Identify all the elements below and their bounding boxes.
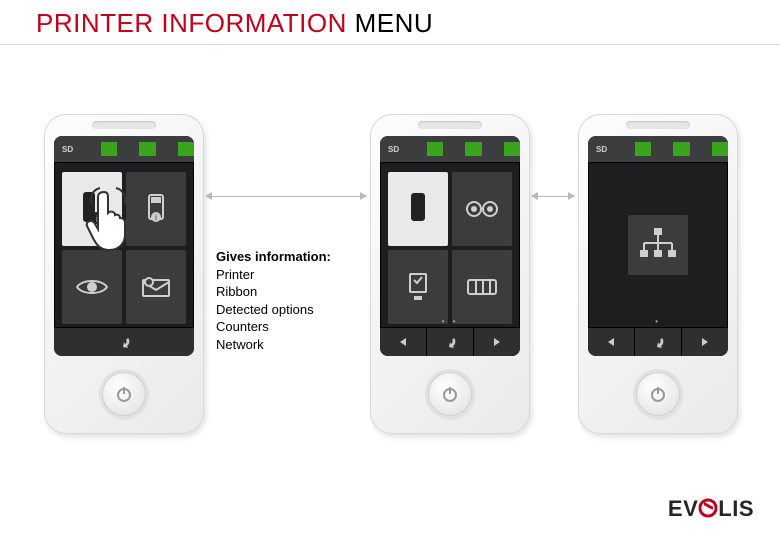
tile-printer[interactable] [388,172,448,246]
tile-printer-info[interactable]: i [62,172,122,246]
next-icon [492,337,502,347]
tile-view[interactable] [62,250,122,324]
tile-counters[interactable] [452,250,512,324]
device-slot [626,121,690,129]
statusbar: SD [588,136,728,163]
status-icon-3 [712,142,729,156]
nav-next[interactable] [474,328,520,356]
navbar [588,327,728,356]
status-icon-2 [139,142,156,156]
page-dots: • [588,317,728,326]
status-icon-1 [101,142,118,156]
device-2: SD • • [370,114,530,434]
sd-label: SD [596,145,613,154]
logo-accent [698,496,718,522]
sd-label: SD [62,145,79,154]
statusbar: SD [380,136,520,163]
options-icon [406,272,430,302]
tile-network[interactable] [628,215,688,275]
logo-pre: EV [668,496,698,521]
printer-info-icon: i [76,191,108,227]
menu-grid: i i [62,172,186,324]
status-icon-1 [427,142,444,156]
tile-options[interactable] [388,250,448,324]
tile-mail[interactable] [126,250,186,324]
power-button[interactable] [102,372,146,416]
info-item: Detected options [216,301,331,319]
device-1: SD i i [44,114,204,434]
info-block: Gives information: Printer Ribbon Detect… [216,248,331,353]
nav-back[interactable] [427,328,474,356]
nav-back[interactable] [54,328,194,356]
screen-3: SD • [588,136,728,356]
nav-prev[interactable] [380,328,427,356]
page-title: PRINTER INFORMATION MENU [36,8,433,39]
info-item: Counters [216,318,331,336]
view-icon [75,277,109,297]
screen-2: SD • • [380,136,520,356]
svg-text:i: i [96,214,98,224]
logo-post: LIS [718,496,754,521]
tile-card-info[interactable]: i [126,172,186,246]
info-item: Printer [216,266,331,284]
svg-text:i: i [155,213,157,222]
menu-grid [388,172,512,324]
tile-ribbon[interactable] [452,172,512,246]
info-heading: Gives information: [216,248,331,266]
power-icon [441,385,459,403]
nav-back[interactable] [635,328,682,356]
device-slot [418,121,482,129]
title-red: PRINTER INFORMATION [36,8,355,38]
arrow-1 [206,196,366,197]
status-icon-3 [178,142,195,156]
nav-prev[interactable] [588,328,635,356]
nav-next[interactable] [682,328,728,356]
statusbar: SD [54,136,194,163]
device-3: SD • [578,114,738,434]
device-slot [92,121,156,129]
prev-icon [398,337,408,347]
back-icon [651,335,665,349]
info-item: Ribbon [216,283,331,301]
network-icon [638,227,678,263]
navbar [54,327,194,356]
title-rule [0,44,780,45]
screen-1: SD i i [54,136,194,356]
page-dots: • • [380,317,520,326]
arrow-2 [532,196,574,197]
navbar [380,327,520,356]
back-icon [117,335,131,349]
power-button[interactable] [428,372,472,416]
ribbon-icon [465,198,499,220]
prev-icon [606,337,616,347]
title-black: MENU [355,8,434,38]
sd-label: SD [388,145,405,154]
mail-icon [141,276,171,298]
info-item: Network [216,336,331,354]
brand-logo: EV LIS [668,496,754,522]
menu-single [606,172,710,318]
status-icon-2 [465,142,482,156]
status-icon-1 [635,142,652,156]
next-icon [700,337,710,347]
status-icon-3 [504,142,521,156]
power-icon [649,385,667,403]
power-icon [115,385,133,403]
back-icon [443,335,457,349]
printer-icon [406,192,430,226]
card-info-icon: i [142,193,170,225]
status-icon-2 [673,142,690,156]
counters-icon [466,277,498,297]
power-button[interactable] [636,372,680,416]
